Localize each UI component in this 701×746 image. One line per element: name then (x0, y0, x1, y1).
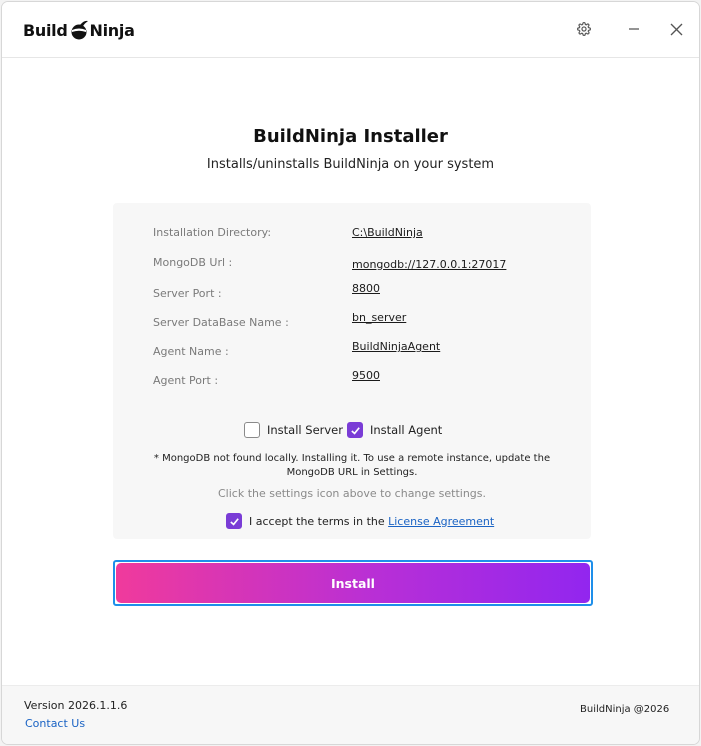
setting-label: Agent Port : (153, 374, 219, 387)
minimize-icon (629, 28, 639, 30)
setting-row-mongodb-url: MongoDB Url : mongodb://127.0.0.1:27017 (153, 256, 573, 274)
checkbox-box[interactable] (347, 422, 363, 438)
logo-text-build: Build (23, 20, 68, 40)
setting-label: Server Port : (153, 287, 222, 300)
settings-panel: Installation Directory: C:\BuildNinja Mo… (113, 203, 591, 539)
checkbox-box[interactable] (226, 513, 242, 529)
accept-terms-checkbox[interactable]: I accept the terms in the License Agreem… (226, 513, 494, 529)
install-button[interactable]: Install (116, 563, 590, 603)
checkmark-icon (229, 517, 239, 526)
agent-name-value[interactable]: BuildNinjaAgent (352, 340, 440, 353)
install-agent-checkbox[interactable]: Install Agent (347, 422, 442, 438)
terms-prefix: I accept the terms in the (249, 514, 389, 528)
checkbox-box[interactable] (244, 422, 260, 438)
mongodb-url-value[interactable]: mongodb://127.0.0.1:27017 (352, 258, 506, 271)
setting-row-server-database-name: Server DataBase Name : bn_server (153, 311, 573, 334)
setting-row-agent-port: Agent Port : 9500 (153, 369, 573, 392)
setting-label: Agent Name : (153, 345, 229, 358)
installation-directory-value[interactable]: C:\BuildNinja (352, 226, 423, 239)
close-icon (670, 23, 682, 35)
app-logo: Build Ninja (23, 17, 135, 43)
footer: Version 2026.1.1.6 Contact Us BuildNinja… (2, 685, 699, 744)
copyright-text: BuildNinja @2026 (580, 704, 670, 715)
server-port-value[interactable]: 8800 (352, 282, 380, 295)
setting-row-server-port: Server Port : 8800 (153, 282, 573, 305)
setting-label: Server DataBase Name : (153, 316, 289, 329)
setting-label: Installation Directory: (153, 226, 272, 239)
title-bar: Build Ninja (2, 2, 699, 58)
installer-window: Build Ninja BuildNinja Installer Install… (1, 1, 700, 745)
version-text: Version 2026.1.1.6 (24, 699, 128, 712)
page-title: BuildNinja Installer (253, 126, 448, 147)
minimize-button[interactable] (619, 14, 649, 44)
settings-hint: Click the settings icon above to change … (217, 487, 487, 500)
logo-text-ninja: Ninja (89, 20, 135, 40)
install-options: Install Server Install Agent (113, 422, 591, 442)
close-button[interactable] (661, 14, 691, 44)
setting-row-installation-directory: Installation Directory: C:\BuildNinja (153, 226, 573, 244)
install-server-checkbox[interactable]: Install Server (244, 422, 343, 438)
terms-label: I accept the terms in the License Agreem… (249, 515, 494, 528)
page-subtitle: Installs/uninstalls BuildNinja on your s… (206, 157, 495, 172)
mongodb-note: * MongoDB not found locally. Installing … (153, 453, 551, 478)
server-database-name-value[interactable]: bn_server (352, 311, 406, 324)
contact-us-link[interactable]: Contact Us (25, 717, 85, 730)
setting-row-agent-name: Agent Name : BuildNinjaAgent (153, 340, 573, 363)
license-agreement-link[interactable]: License Agreement (388, 515, 494, 528)
setting-label: MongoDB Url : (153, 256, 233, 269)
ninja-logo-icon (71, 20, 88, 40)
checkmark-icon (350, 426, 360, 435)
install-button-focus-ring: Install (113, 560, 593, 606)
install-agent-label: Install Agent (370, 423, 443, 437)
agent-port-value[interactable]: 9500 (352, 369, 380, 382)
settings-button[interactable] (569, 14, 599, 44)
gear-icon (577, 22, 591, 36)
install-server-label: Install Server (267, 423, 343, 437)
